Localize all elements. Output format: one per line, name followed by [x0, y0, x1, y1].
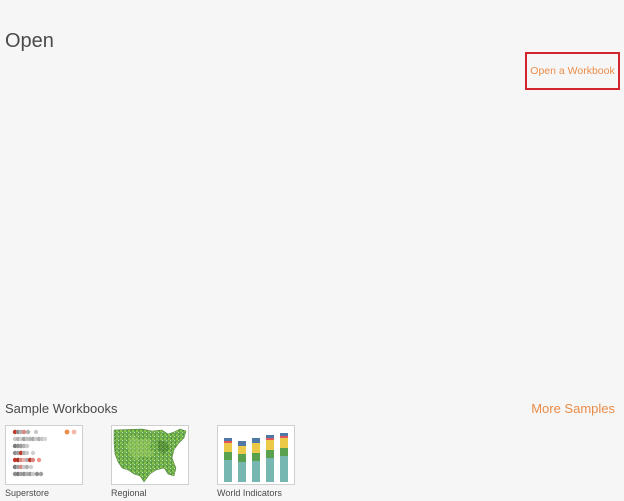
sample-world-indicators-label[interactable]: World Indicators [217, 488, 282, 498]
sample-world-indicators-thumbnail[interactable] [217, 425, 295, 485]
sample-superstore-thumbnail[interactable] [5, 425, 83, 485]
superstore-thumbnail-icon [12, 429, 77, 477]
us-map-thumbnail-icon [113, 428, 187, 483]
more-samples-link[interactable]: More Samples [531, 401, 615, 417]
sample-superstore-label[interactable]: Superstore [5, 488, 49, 498]
sample-workbooks-title: Sample Workbooks [5, 401, 118, 416]
page-title: Open [5, 30, 54, 52]
open-workbook-link[interactable]: Open a Workbook [525, 52, 620, 90]
sample-regional-label[interactable]: Regional [111, 488, 147, 498]
stacked-bar-thumbnail-icon [224, 433, 288, 482]
sample-regional-thumbnail[interactable] [111, 425, 189, 485]
